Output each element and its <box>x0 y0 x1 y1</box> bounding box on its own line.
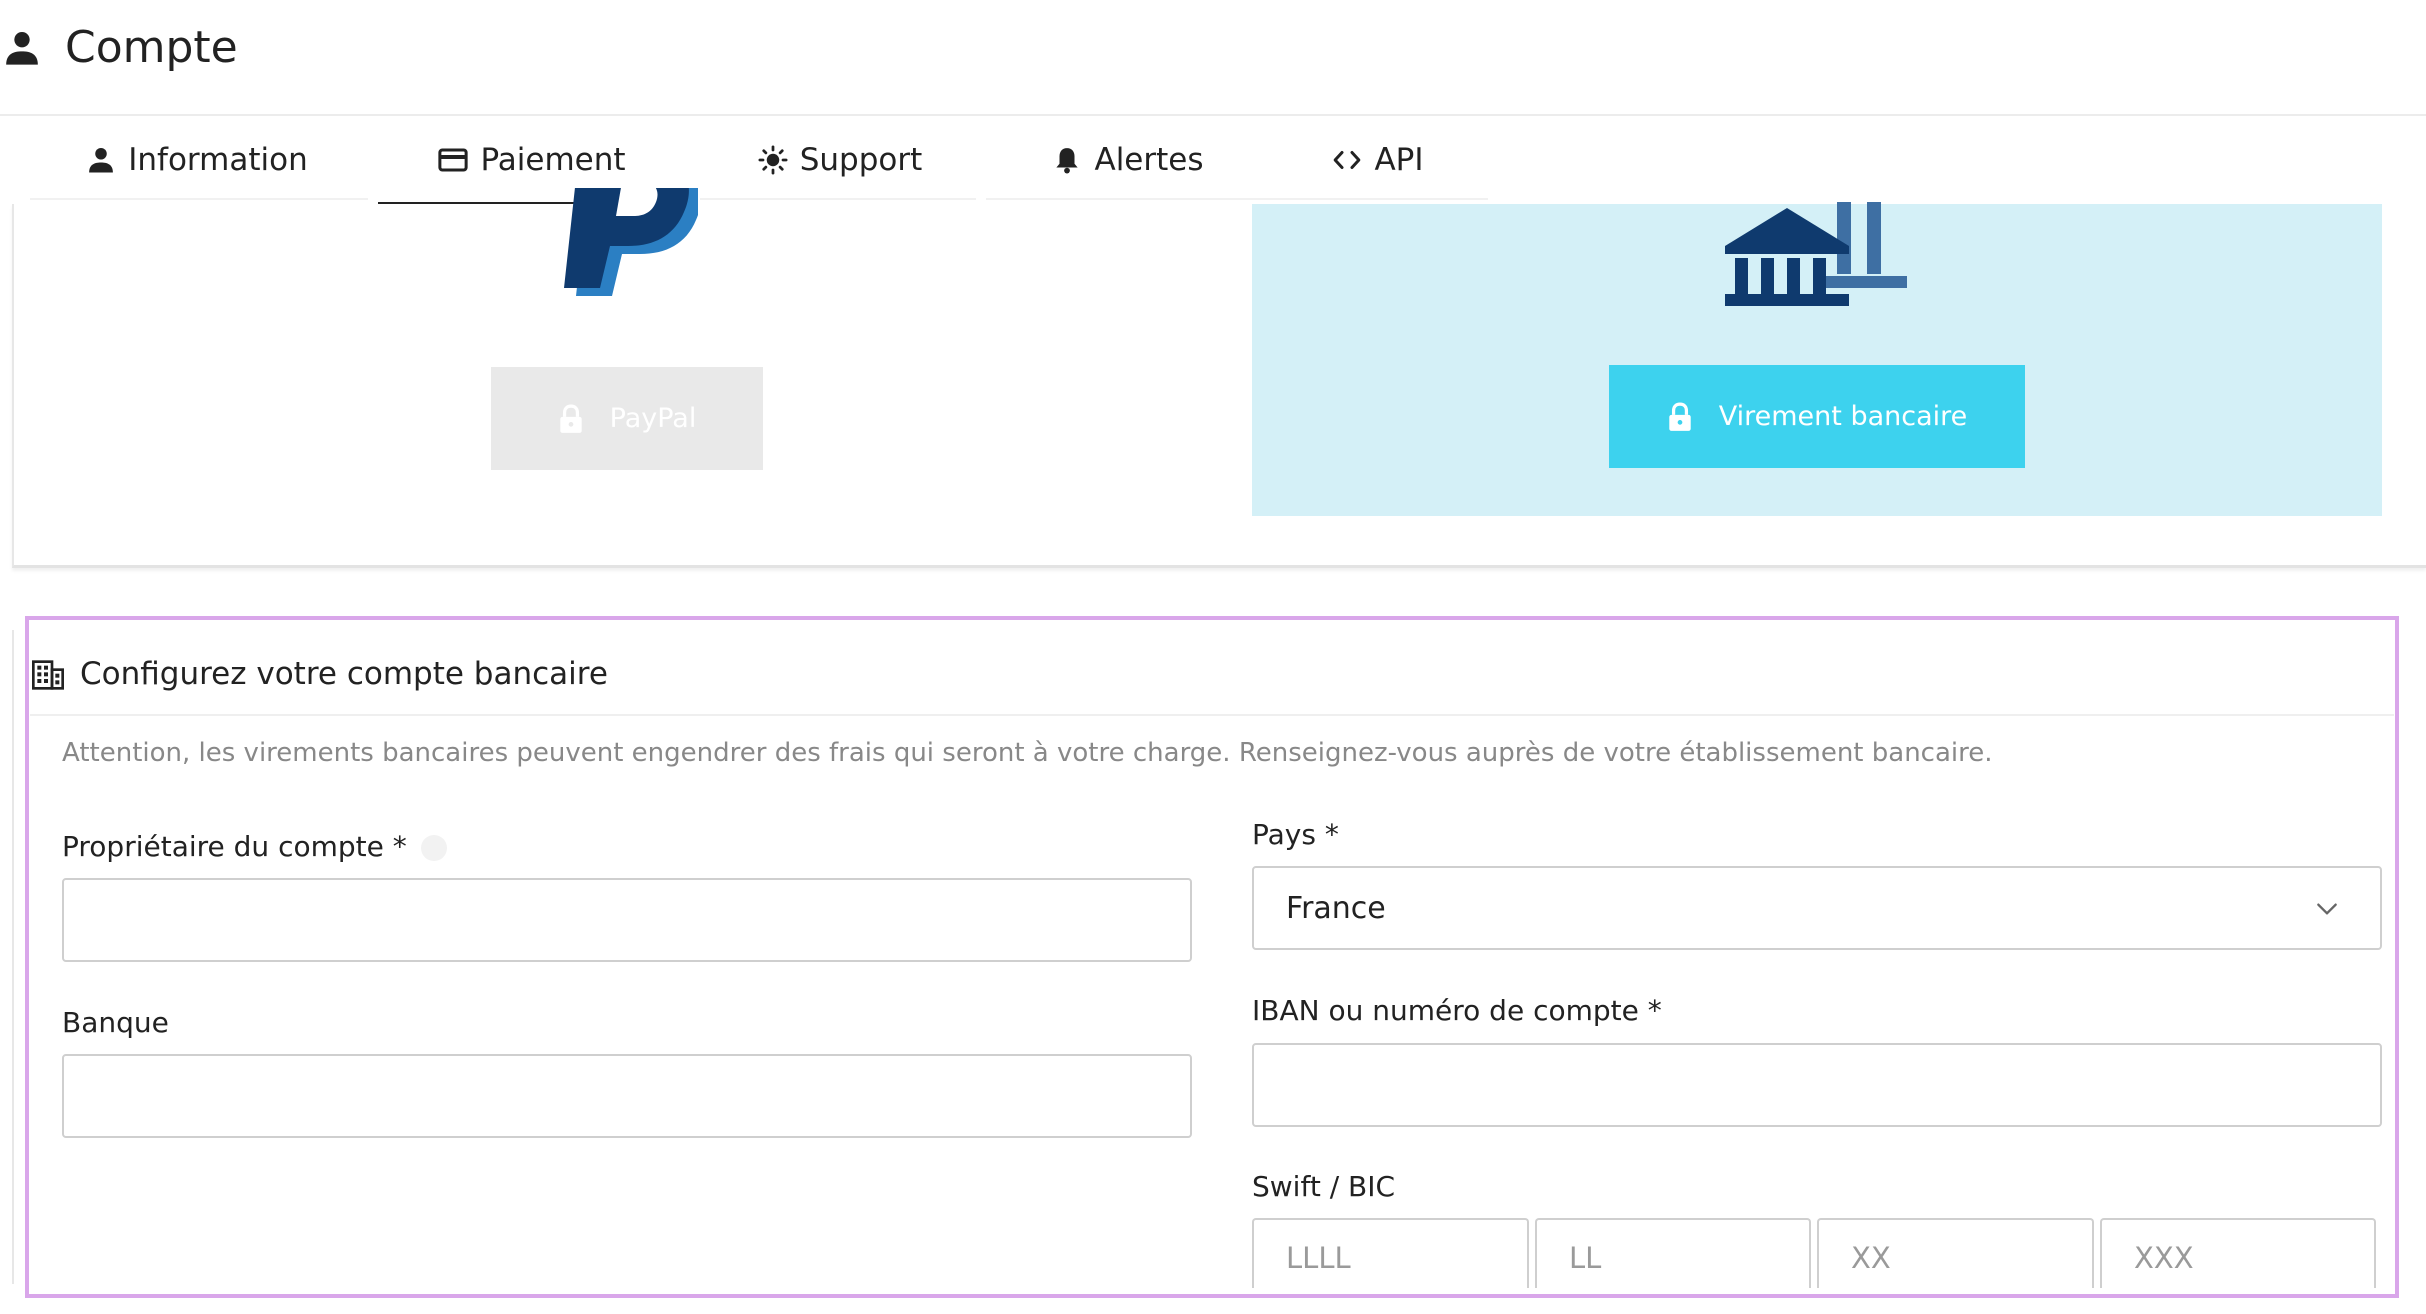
code-icon <box>1334 151 1361 169</box>
user-icon <box>6 32 38 65</box>
page-header: Compte <box>0 0 2426 116</box>
bank-label: Banque <box>62 1006 169 1039</box>
swift-label: Swift / BIC <box>1252 1170 1396 1203</box>
bank-fees-notice: Attention, les virements bancaires peuve… <box>62 738 1993 768</box>
credit-card-icon <box>438 148 469 172</box>
owner-label: Propriétaire du compte * <box>62 830 447 863</box>
tab-separator <box>986 198 1266 200</box>
bell-icon <box>1056 148 1079 174</box>
tab-support[interactable]: Support <box>700 118 980 202</box>
iban-label: IBAN ou numéro de compte * <box>1252 994 1662 1027</box>
tab-label: Support <box>799 142 923 178</box>
account-page: Compte Information Paiement Support Aler… <box>0 0 2426 1314</box>
paypal-button[interactable]: PayPal <box>491 367 763 470</box>
swift-country-code-input[interactable] <box>1535 1218 1811 1288</box>
paypal-logo-icon <box>564 188 698 296</box>
tab-label: Paiement <box>480 142 626 178</box>
building-icon <box>32 660 64 690</box>
tab-separator <box>700 198 976 200</box>
tab-label: API <box>1374 142 1424 178</box>
tab-label: Information <box>128 142 308 178</box>
tab-separator <box>1266 198 1488 200</box>
info-icon[interactable] <box>420 835 447 861</box>
country-select[interactable]: France <box>1252 866 2382 950</box>
iban-input[interactable] <box>1252 1043 2382 1127</box>
bank-config-title: Configurez votre compte bancaire <box>80 656 608 692</box>
tab-label: Alertes <box>1094 142 1204 178</box>
swift-branch-code-input[interactable] <box>2100 1218 2376 1288</box>
swift-bank-code-input[interactable] <box>1252 1218 1529 1288</box>
lock-icon <box>1669 402 1691 431</box>
tab-bar: Information Paiement Support Alertes API <box>0 118 2426 206</box>
bank-input[interactable] <box>62 1054 1192 1138</box>
bank-building-icon <box>1725 202 1907 306</box>
bank-transfer-button-label: Virement bancaire <box>1718 401 1968 432</box>
section-divider <box>30 714 2394 716</box>
lock-icon <box>559 404 582 433</box>
chevron-down-icon <box>2317 903 2337 915</box>
tab-information[interactable]: Information <box>30 118 364 202</box>
country-select-value: France <box>1286 890 1386 926</box>
swift-location-code-input[interactable] <box>1817 1218 2094 1288</box>
sun-icon <box>758 145 788 175</box>
bank-transfer-button[interactable]: Virement bancaire <box>1609 365 2025 468</box>
tab-separator <box>30 198 368 200</box>
country-label: Pays * <box>1252 818 1339 851</box>
user-icon <box>89 148 114 173</box>
tab-api[interactable]: API <box>1266 118 1490 202</box>
owner-input[interactable] <box>62 878 1192 962</box>
tab-alertes[interactable]: Alertes <box>986 118 1270 202</box>
owner-label-text: Propriétaire du compte * <box>62 830 407 863</box>
page-title: Compte <box>65 22 238 73</box>
paypal-button-label: PayPal <box>609 403 697 434</box>
